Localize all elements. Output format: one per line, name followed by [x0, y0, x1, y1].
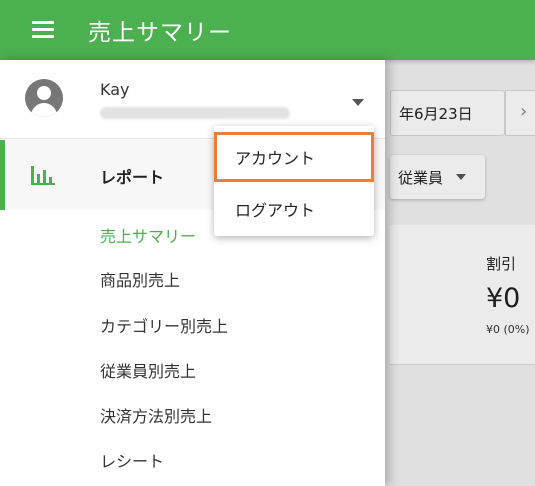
active-indicator: [0, 140, 5, 210]
sidebar-item-label: レポート: [100, 168, 165, 187]
bar-chart-icon: [31, 166, 55, 185]
account-menu-item[interactable]: アカウント: [214, 132, 374, 182]
hamburger-menu-icon[interactable]: [32, 20, 54, 38]
submenu-sales-by-employee[interactable]: 従業員別売上: [100, 358, 196, 382]
account-circle-icon: [25, 79, 63, 117]
user-name: Kay: [100, 80, 130, 99]
navigation-drawer: Kay レポート 売上サマリー 商品別売上 カテゴリー別売上 従業員別売上 決済…: [0, 60, 385, 486]
user-email-redacted: [100, 107, 290, 119]
submenu-sales-by-item[interactable]: 商品別売上: [100, 267, 180, 291]
page-title: 売上サマリー: [88, 20, 232, 46]
submenu-sales-by-category[interactable]: カテゴリー別売上: [100, 313, 228, 337]
account-menu-caret-icon[interactable]: [352, 99, 364, 106]
submenu-sales-summary[interactable]: 売上サマリー: [100, 223, 196, 247]
submenu-receipts[interactable]: レシート: [100, 448, 164, 472]
submenu-sales-by-payment[interactable]: 決済方法別売上: [100, 403, 212, 427]
app-bar: 売上サマリー: [0, 0, 535, 60]
logout-menu-item[interactable]: ログアウト: [214, 184, 374, 232]
account-menu-label: アカウント: [235, 149, 316, 168]
account-popup-menu: アカウント ログアウト: [214, 126, 374, 236]
logout-menu-label: ログアウト: [235, 201, 316, 220]
